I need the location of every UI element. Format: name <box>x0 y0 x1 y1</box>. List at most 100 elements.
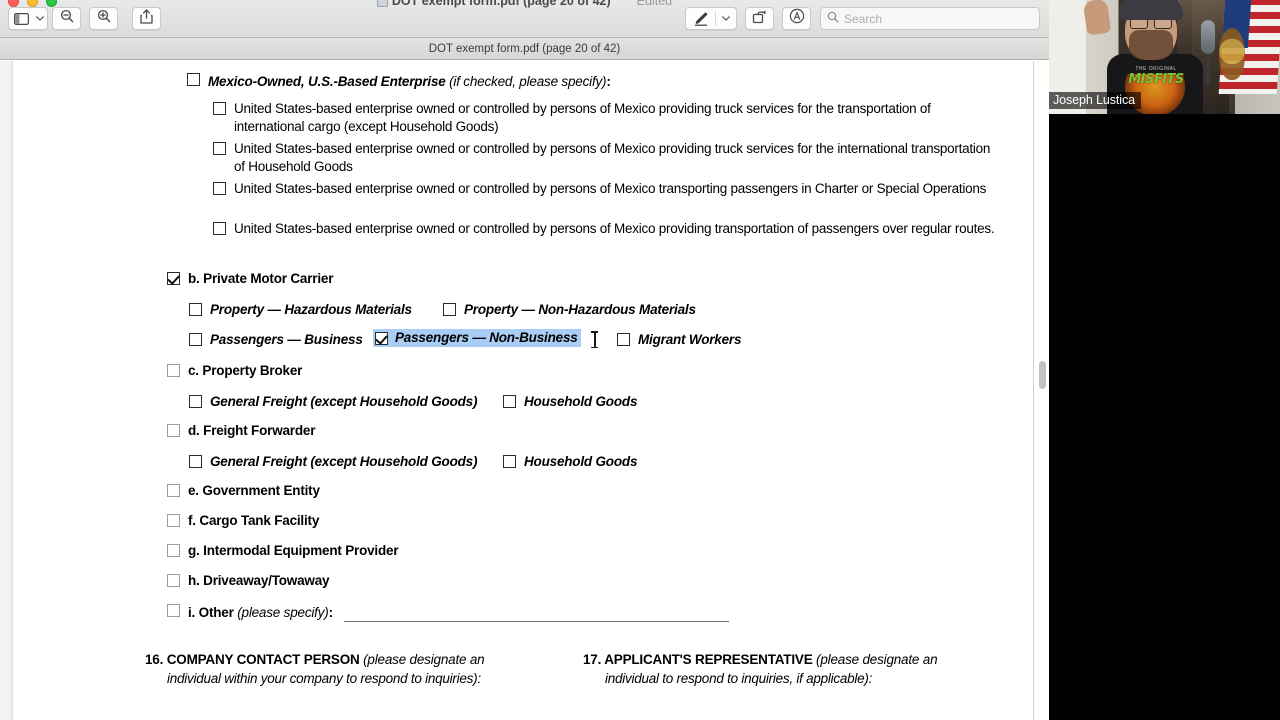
label-intermodal-equipment-provider: g. Intermodal Equipment Provider <box>188 543 399 558</box>
label-forwarder-household-goods: Household Goods <box>524 454 638 469</box>
checkbox-row-forwarder-household-goods[interactable]: Household Goods <box>503 453 637 471</box>
checkbox-migrant-workers[interactable] <box>617 333 630 346</box>
markup-button[interactable] <box>685 7 737 30</box>
checkbox-row-mexico-sub-2[interactable]: United States-based enterprise owned or … <box>213 140 1003 176</box>
document-scroll-area[interactable]: Mexico-Owned, U.S.-Based Enterprise (if … <box>0 61 1049 720</box>
checkbox-row-intermodal-equipment-provider[interactable]: g. Intermodal Equipment Provider <box>167 542 399 560</box>
checkbox-government-entity[interactable] <box>167 484 180 497</box>
checkbox-row-mexico-sub-4[interactable]: United States-based enterprise owned or … <box>213 220 1003 238</box>
search-input[interactable]: Search <box>820 7 1040 30</box>
sidebar-view-icon[interactable] <box>9 7 33 30</box>
label-government-entity: e. Government Entity <box>188 483 320 498</box>
company-contact-person-block: 16. COMPANY CONTACT PERSON (please desig… <box>145 651 565 688</box>
label-other: i. Other (please specify): <box>188 605 333 620</box>
chevron-down-icon[interactable] <box>33 7 47 30</box>
checkbox-row-property-broker[interactable]: c. Property Broker <box>167 362 302 380</box>
label-property-hazardous: Property — Hazardous Materials <box>210 302 412 317</box>
label-mexico-sub-4: United States-based enterprise owned or … <box>234 221 995 236</box>
checkbox-row-passengers-business[interactable]: Passengers — Business <box>189 331 363 349</box>
markup-pen-icon[interactable] <box>686 7 715 30</box>
shirt-text-main: MISFITS <box>1128 72 1184 87</box>
label-property-non-hazardous: Property — Non-Hazardous Materials <box>464 302 696 317</box>
label-passengers-non-business: Passengers — Non-Business <box>395 330 578 345</box>
label-migrant-workers: Migrant Workers <box>638 332 742 347</box>
label-driveaway-towaway: h. Driveaway/Towaway <box>188 573 330 588</box>
person-hand <box>1082 0 1112 36</box>
label-mexico-owned: Mexico-Owned, U.S.-Based Enterprise (if … <box>208 74 611 89</box>
checkbox-row-driveaway-towaway[interactable]: h. Driveaway/Towaway <box>167 572 330 590</box>
checkbox-intermodal-equipment-provider[interactable] <box>167 544 180 557</box>
checkbox-broker-general-freight[interactable] <box>189 395 202 408</box>
pdf-file-icon <box>376 0 388 7</box>
pdf-page: Mexico-Owned, U.S.-Based Enterprise (if … <box>12 61 1034 720</box>
checkbox-property-broker[interactable] <box>167 364 180 377</box>
checkbox-row-property-hazardous[interactable]: Property — Hazardous Materials <box>189 301 412 319</box>
checkbox-forwarder-general-freight[interactable] <box>189 455 202 468</box>
rotate-button[interactable] <box>745 7 774 30</box>
label-property-broker: c. Property Broker <box>188 363 303 378</box>
checkbox-forwarder-household-goods[interactable] <box>503 455 516 468</box>
checkbox-row-passengers-non-business[interactable]: Passengers — Non-Business <box>373 329 581 347</box>
page-indicator-text: DOT exempt form.pdf (page 20 of 42) <box>428 42 621 55</box>
checkbox-row-cargo-tank-facility[interactable]: f. Cargo Tank Facility <box>167 512 319 530</box>
search-placeholder: Search <box>844 11 883 26</box>
checkbox-row-other[interactable]: i. Other (please specify): <box>167 602 333 623</box>
zoom-out-button[interactable] <box>52 7 81 30</box>
guitar-decor <box>1219 28 1245 80</box>
checkbox-row-migrant-workers[interactable]: Migrant Workers <box>617 331 741 349</box>
share-icon <box>140 8 153 29</box>
checkbox-cargo-tank-facility[interactable] <box>167 514 180 527</box>
markup-options-chevron-down-icon[interactable] <box>716 7 736 30</box>
microphone <box>1201 20 1215 84</box>
checkbox-mexico-sub-2[interactable] <box>213 142 226 155</box>
vertical-scrollbar[interactable] <box>1034 61 1049 720</box>
checkbox-row-freight-forwarder[interactable]: d. Freight Forwarder <box>167 422 315 440</box>
checkbox-row-mexico-sub-3[interactable]: United States-based enterprise owned or … <box>213 180 1003 198</box>
checkbox-broker-household-goods[interactable] <box>503 395 516 408</box>
checkbox-mexico-sub-4[interactable] <box>213 222 226 235</box>
checkbox-driveaway-towaway[interactable] <box>167 574 180 587</box>
text-cursor-ibeam <box>591 331 598 348</box>
checkbox-row-broker-general-freight[interactable]: General Freight (except Household Goods) <box>189 393 477 411</box>
checkbox-row-broker-household-goods[interactable]: Household Goods <box>503 393 637 411</box>
label-broker-household-goods: Household Goods <box>524 394 638 409</box>
share-button[interactable] <box>132 7 161 30</box>
zoom-in-button[interactable] <box>89 7 118 30</box>
checkbox-freight-forwarder[interactable] <box>167 424 180 437</box>
checkbox-row-government-entity[interactable]: e. Government Entity <box>167 482 320 500</box>
checkbox-other[interactable] <box>167 604 180 617</box>
checkbox-passengers-business[interactable] <box>189 333 202 346</box>
checkbox-mexico-owned[interactable] <box>187 73 200 86</box>
checkbox-mexico-sub-1[interactable] <box>213 102 226 115</box>
checkbox-row-forwarder-general-freight[interactable]: General Freight (except Household Goods) <box>189 453 477 471</box>
search-icon <box>827 10 839 28</box>
checkbox-private-motor-carrier[interactable] <box>167 272 180 285</box>
checkbox-property-non-hazardous[interactable] <box>443 303 456 316</box>
company-contact-person-line1: 16. COMPANY CONTACT PERSON (please desig… <box>145 652 485 667</box>
screen: DOT exempt form.pdf (page 20 of 42) Edite… <box>0 0 1280 720</box>
checkbox-mexico-sub-3[interactable] <box>213 182 226 195</box>
checkbox-row-mexico-owned[interactable]: Mexico-Owned, U.S.-Based Enterprise (if … <box>187 71 611 92</box>
checkbox-row-private-motor-carrier[interactable]: b. Private Motor Carrier <box>167 270 333 288</box>
applicants-representative-line2: individual to respond to inquiries, if a… <box>605 670 873 686</box>
applicants-representative-block: 17. APPLICANT'S REPRESENTATIVE (please d… <box>583 651 1003 688</box>
checkbox-row-property-non-hazardous[interactable]: Property — Non-Hazardous Materials <box>443 301 696 319</box>
label-mexico-sub-2: United States-based enterprise owned or … <box>234 141 991 174</box>
selection-highlight-passengers-non-business[interactable]: Passengers — Non-Business <box>373 329 581 347</box>
label-freight-forwarder: d. Freight Forwarder <box>188 423 316 438</box>
participant-name-label: Joseph Lustica <box>1049 92 1141 109</box>
annotate-button[interactable] <box>782 7 811 30</box>
page-indicator-bar: DOT exempt form.pdf (page 20 of 42) <box>0 38 1049 60</box>
webcam-video-tile[interactable]: THE ORIGINAL MISFITS Joseph Lustica <box>1049 0 1280 114</box>
label-cargo-tank-facility: f. Cargo Tank Facility <box>188 513 320 528</box>
label-mexico-sub-3: United States-based enterprise owned or … <box>234 181 987 196</box>
scrollbar-thumb[interactable] <box>1039 361 1046 389</box>
checkbox-row-mexico-sub-1[interactable]: United States-based enterprise owned or … <box>213 100 1003 136</box>
edited-badge: Edited <box>636 0 673 8</box>
label-forwarder-general-freight: General Freight (except Household Goods) <box>210 454 478 469</box>
checkbox-passengers-non-business[interactable] <box>375 332 388 345</box>
sidebar-toggle-button[interactable] <box>8 7 48 30</box>
company-contact-person-line2: individual within your company to respon… <box>167 670 481 686</box>
checkbox-property-hazardous[interactable] <box>189 303 202 316</box>
other-specify-line[interactable] <box>344 621 729 622</box>
